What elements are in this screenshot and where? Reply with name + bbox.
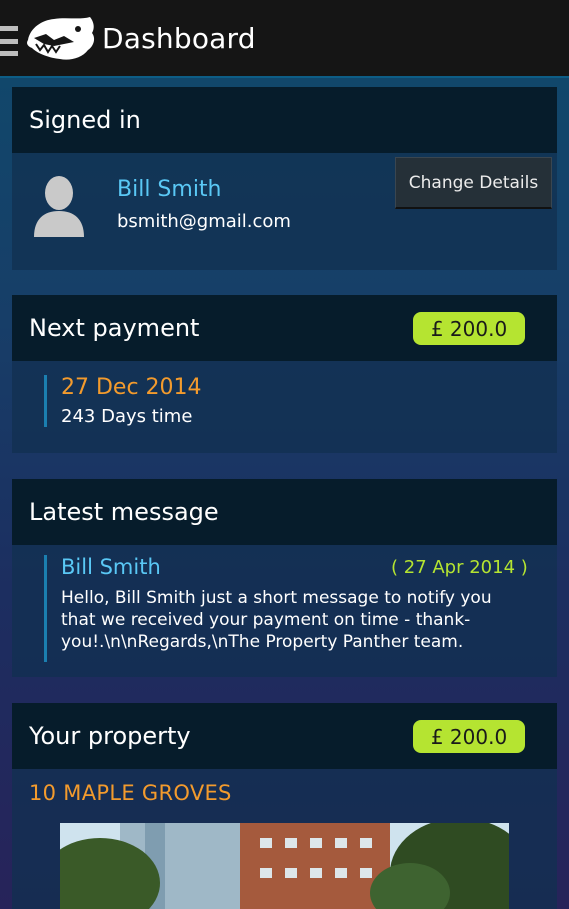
message-body: Hello, Bill Smith just a short message t…	[61, 588, 492, 652]
property-rent-badge: £ 200.0	[413, 720, 525, 753]
action-bar: Dashboard	[0, 0, 569, 78]
card-title: Next payment	[29, 314, 200, 342]
hamburger-icon[interactable]	[0, 26, 18, 56]
property-address: 10 MAPLE GROVES	[29, 781, 232, 805]
page-title: Dashboard	[102, 22, 256, 55]
card-header-signed-in: Signed in	[12, 87, 557, 153]
next-payment-card: Next payment £ 200.0 27 Dec 2014 243 Day…	[12, 295, 557, 453]
message-item[interactable]: Bill Smith ( 27 Apr 2014 ) Hello, Bill S…	[44, 555, 528, 662]
panther-logo[interactable]	[24, 14, 96, 64]
payment-details: 27 Dec 2014 243 Days time	[44, 375, 202, 427]
message-date: ( 27 Apr 2014 )	[391, 557, 528, 578]
card-header-property: Your property £ 200.0	[12, 703, 557, 769]
user-name: Bill Smith	[117, 177, 222, 202]
payment-date: 27 Dec 2014	[61, 375, 202, 400]
card-header-latest-message: Latest message	[12, 479, 557, 545]
user-email: bsmith@gmail.com	[117, 211, 291, 232]
signed-in-card: Signed in Bill Smith bsmith@gmail.com Ch…	[12, 87, 557, 270]
payment-days-remaining: 243 Days time	[61, 406, 193, 427]
card-title: Signed in	[29, 106, 141, 134]
change-details-button[interactable]: Change Details	[395, 157, 552, 209]
property-photo[interactable]	[60, 823, 509, 909]
card-header-next-payment: Next payment £ 200.0	[12, 295, 557, 361]
latest-message-card: Latest message Bill Smith ( 27 Apr 2014 …	[12, 479, 557, 677]
card-title: Your property	[29, 722, 191, 750]
payment-amount-badge: £ 200.0	[413, 312, 525, 345]
avatar-icon	[34, 176, 84, 237]
your-property-card: Your property £ 200.0 10 MAPLE GROVES	[12, 703, 557, 909]
card-title: Latest message	[29, 498, 219, 526]
